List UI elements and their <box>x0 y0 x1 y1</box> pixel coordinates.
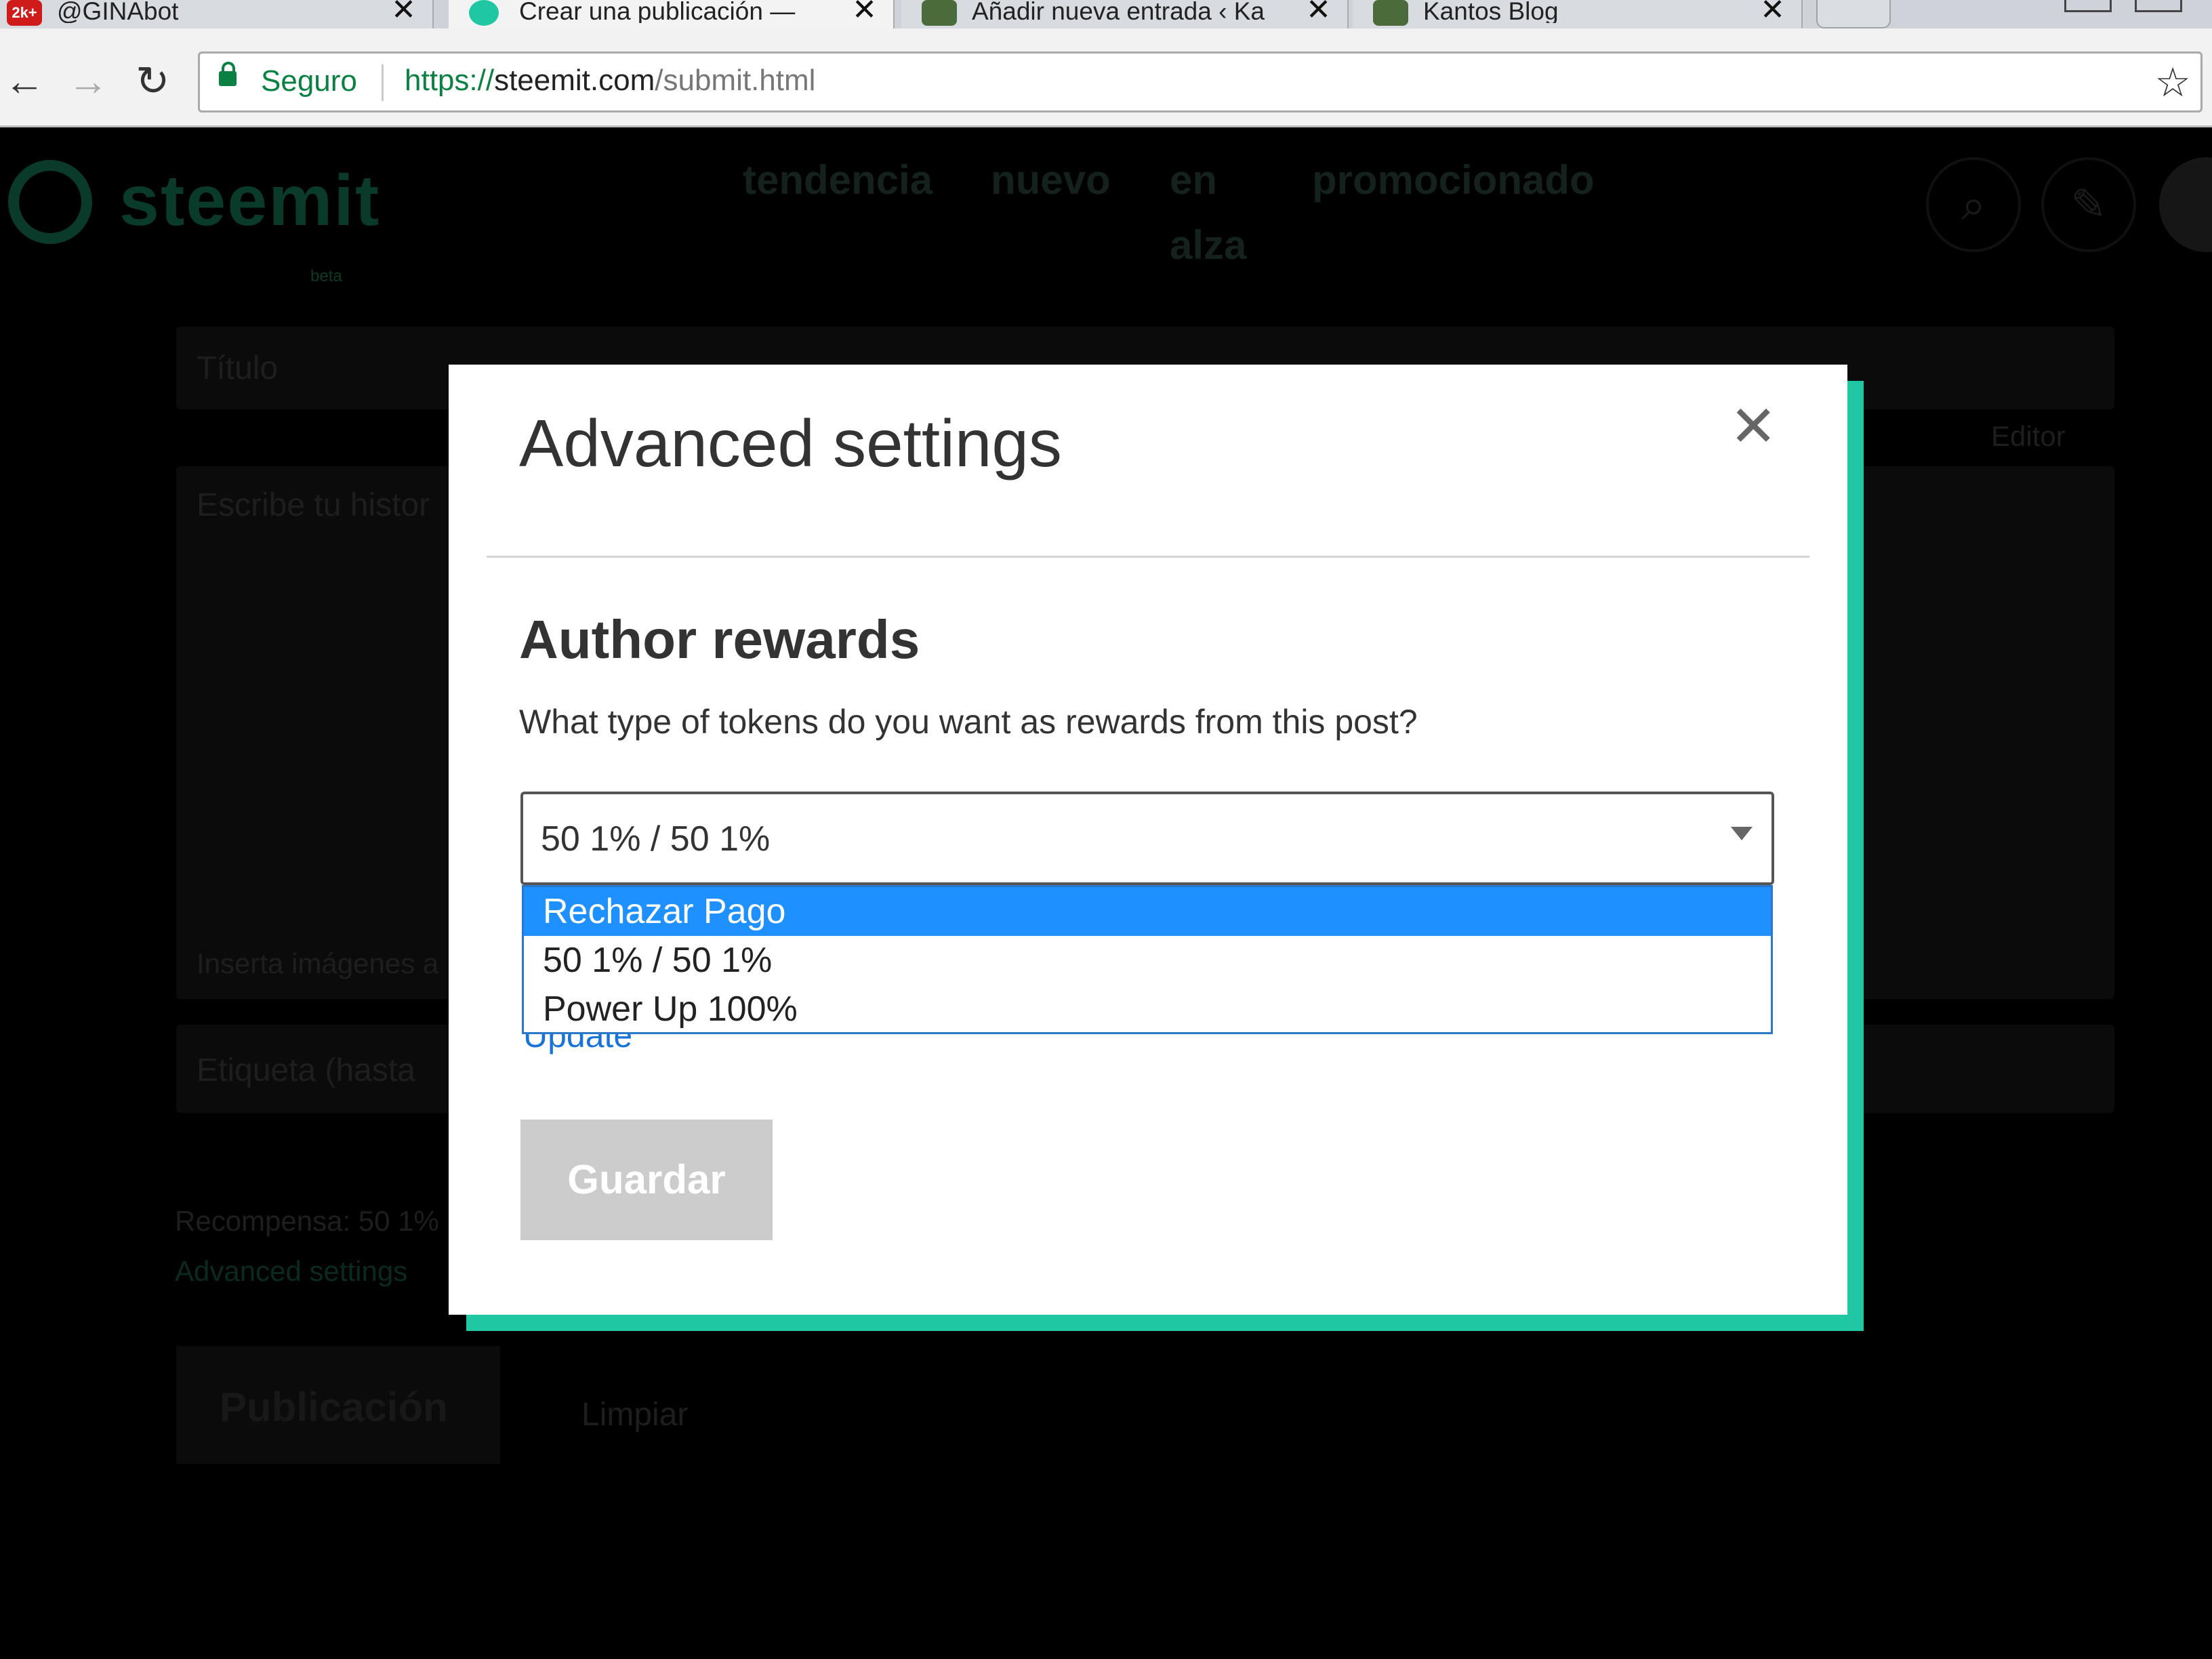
nav-tendencia[interactable]: tendencia <box>743 148 933 213</box>
modal-title: Advanced settings <box>519 406 1062 480</box>
new-tab-button[interactable] <box>1816 0 1891 28</box>
nav-en-alza[interactable]: en alza <box>1170 148 1265 278</box>
close-tab-icon[interactable]: ✕ <box>1760 0 1785 25</box>
reward-summary: Recompensa: 50 1% <box>175 1205 439 1237</box>
divider <box>382 64 384 101</box>
clear-button[interactable]: Limpiar <box>581 1396 688 1433</box>
steemit-favicon-icon <box>469 0 499 26</box>
editor-link[interactable]: Editor <box>1991 420 2066 453</box>
tab-title: Kantos Blog <box>1423 0 1559 23</box>
avatar[interactable] <box>2159 157 2212 252</box>
option-50-50[interactable]: 50 1% / 50 1% <box>524 936 1771 985</box>
logo-text: steemit <box>119 161 381 241</box>
bookmark-star-icon[interactable]: ☆ <box>2154 59 2191 106</box>
reward-options-dropdown: Rechazar Pago 50 1% / 50 1% Power Up 100… <box>522 885 1773 1034</box>
reward-question: What type of tokens do you want as rewar… <box>519 703 1418 741</box>
restore-window-icon[interactable] <box>2135 0 2182 12</box>
tags-placeholder: Etiqueta (hasta <box>197 1052 415 1088</box>
close-tab-icon[interactable]: ✕ <box>1306 0 1331 25</box>
lock-icon <box>219 62 237 86</box>
minimize-window-icon[interactable] <box>2064 0 2112 12</box>
title-placeholder: Título <box>197 350 279 386</box>
option-rechazar-pago[interactable]: Rechazar Pago <box>524 887 1771 936</box>
tab-title: @GINAbot <box>57 0 179 23</box>
secure-label: Seguro <box>261 64 357 98</box>
back-arrow-icon[interactable]: ← <box>4 61 45 102</box>
blog-favicon-icon <box>1373 0 1408 26</box>
select-value: 50 1% / 50 1% <box>541 819 771 859</box>
save-button[interactable]: Guardar <box>520 1120 773 1240</box>
tab-ginabot[interactable]: 2k+ @GINAbot ✕ <box>0 0 434 28</box>
forward-arrow-icon[interactable]: → <box>68 61 108 102</box>
address-bar[interactable]: Seguro https://steemit.com/submit.html ☆ <box>198 52 2203 112</box>
close-tab-icon[interactable]: ✕ <box>852 0 877 25</box>
ginabot-favicon-icon: 2k+ <box>7 0 42 26</box>
section-title: Author rewards <box>519 609 920 670</box>
modal-divider <box>487 556 1809 558</box>
reload-icon[interactable]: ↻ <box>136 61 169 102</box>
publish-label: Publicación <box>220 1385 448 1430</box>
blog-favicon-icon <box>922 0 957 26</box>
insert-images-text: Inserta imágenes a <box>197 947 439 979</box>
url-path: /submit.html <box>655 64 816 97</box>
body-placeholder: Escribe tu histor <box>197 487 430 523</box>
nav-nuevo[interactable]: nuevo <box>991 148 1111 213</box>
search-icon[interactable]: ⌕ <box>1926 157 2021 252</box>
publish-button[interactable]: Publicación <box>176 1346 500 1464</box>
url-scheme: https:// <box>405 64 495 97</box>
tab-title: Crear una publicación — <box>519 0 796 23</box>
chevron-down-icon <box>1731 827 1753 840</box>
close-icon[interactable]: ✕ <box>1729 393 1777 459</box>
url-host: steemit.com <box>494 64 655 97</box>
tab-crear-publicacion[interactable]: Crear una publicación — ✕ <box>449 0 895 28</box>
logo-beta: beta <box>310 267 342 285</box>
close-tab-icon[interactable]: ✕ <box>391 0 416 25</box>
nav-promocionado[interactable]: promocionado <box>1312 148 1595 213</box>
tab-title: Añadir nueva entrada ‹ Ka <box>972 0 1265 23</box>
advanced-settings-link[interactable]: Advanced settings <box>175 1255 407 1288</box>
advanced-settings-modal: Advanced settings ✕ Author rewards What … <box>449 365 1847 1315</box>
steemit-logo-icon <box>8 160 92 244</box>
pencil-icon[interactable]: ✎ <box>2041 157 2136 252</box>
browser-tab-bar: 2k+ @GINAbot ✕ Crear una publicación — ✕… <box>0 0 2212 28</box>
option-power-up-100[interactable]: Power Up 100% <box>524 985 1771 1033</box>
tab-anadir-entrada[interactable]: Añadir nueva entrada ‹ Ka ✕ <box>901 0 1349 28</box>
reward-type-select[interactable]: 50 1% / 50 1% <box>520 792 1774 885</box>
browser-toolbar: ← → ↻ Seguro https://steemit.com/submit.… <box>0 28 2212 127</box>
tab-kantos-blog[interactable]: Kantos Blog ✕ <box>1353 0 1803 28</box>
url-text[interactable]: https://steemit.com/submit.html <box>405 64 815 98</box>
